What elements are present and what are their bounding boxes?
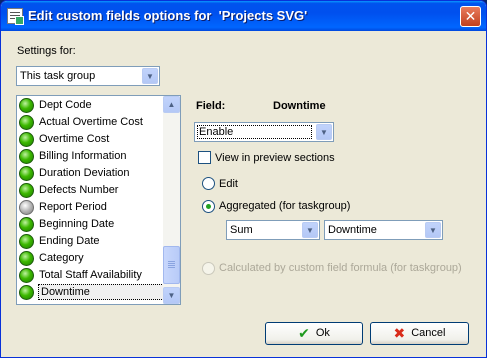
- cancel-button-label: Cancel: [411, 327, 446, 339]
- list-item-label: Downtime: [38, 284, 164, 300]
- list-item-label: Actual Overtime Cost: [39, 116, 143, 128]
- list-item[interactable]: Defects Number: [18, 182, 164, 199]
- list-item[interactable]: Overtime Cost: [18, 131, 164, 148]
- ok-button[interactable]: ✔ Ok: [265, 322, 363, 345]
- list-item-label: Ending Date: [39, 235, 100, 247]
- list-item[interactable]: Downtime: [18, 284, 164, 301]
- chevron-down-icon[interactable]: ▼: [316, 124, 332, 140]
- scroll-down-icon[interactable]: ▼: [163, 287, 180, 304]
- list-item[interactable]: Report Period: [18, 199, 164, 216]
- checkmark-icon: ✔: [298, 325, 310, 341]
- status-green-dot-icon: [19, 132, 34, 147]
- list-item-label: Overtime Cost: [39, 133, 110, 145]
- field-mode-value: Enable: [197, 125, 312, 139]
- list-item-label: Duration Deviation: [39, 167, 130, 179]
- edit-radio-label: Edit: [219, 178, 238, 190]
- list-item[interactable]: Category: [18, 250, 164, 267]
- window-title: Edit custom fields options for 'Projects…: [28, 8, 308, 23]
- title-bar[interactable]: Edit custom fields options for 'Projects…: [1, 1, 486, 31]
- custom-fields-app-icon: [7, 8, 24, 25]
- list-item-label: Total Staff Availability: [39, 269, 142, 281]
- dialog-window: Edit custom fields options for 'Projects…: [0, 0, 487, 358]
- status-green-dot-icon: [19, 285, 34, 300]
- status-green-dot-icon: [19, 149, 34, 164]
- list-item-label: Report Period: [39, 201, 107, 213]
- list-item[interactable]: Total Staff Availability: [18, 267, 164, 284]
- ok-button-label: Ok: [315, 327, 330, 339]
- view-preview-checkbox[interactable]: [198, 151, 211, 164]
- settings-for-value: This task group: [20, 70, 96, 82]
- settings-for-label: Settings for:: [17, 45, 76, 57]
- status-green-dot-icon: [19, 115, 34, 130]
- status-green-dot-icon: [19, 217, 34, 232]
- list-scrollbar[interactable]: ▲ ▼: [163, 96, 180, 304]
- status-green-dot-icon: [19, 268, 34, 283]
- list-item[interactable]: Billing Information: [18, 148, 164, 165]
- scroll-up-icon[interactable]: ▲: [163, 96, 180, 113]
- list-item[interactable]: Beginning Date: [18, 216, 164, 233]
- status-green-dot-icon: [19, 98, 34, 113]
- close-button[interactable]: ✕: [460, 6, 481, 27]
- cancel-button[interactable]: ✖ Cancel: [370, 322, 469, 345]
- chevron-down-icon[interactable]: ▼: [142, 68, 158, 84]
- status-gray-dot-icon: [19, 200, 34, 215]
- chevron-down-icon[interactable]: ▼: [425, 222, 441, 238]
- field-label: Field:: [196, 100, 226, 112]
- custom-fields-list[interactable]: Dept Code Actual Overtime Cost Overtime Co…: [16, 95, 181, 305]
- list-item-label: Beginning Date: [39, 218, 115, 230]
- aggregated-radio[interactable]: [202, 200, 215, 213]
- list-item-label: Billing Information: [39, 150, 127, 162]
- cancel-x-icon: ✖: [393, 325, 406, 341]
- calculated-radio-label: Calculated by custom field formula (for …: [219, 262, 462, 274]
- list-item-label: Dept Code: [39, 99, 92, 111]
- field-mode-dropdown[interactable]: Enable ▼: [194, 122, 334, 142]
- list-item-label: Defects Number: [39, 184, 119, 196]
- field-name: Downtime: [273, 100, 326, 112]
- status-green-dot-icon: [19, 251, 34, 266]
- status-green-dot-icon: [19, 166, 34, 181]
- list-item[interactable]: Ending Date: [18, 233, 164, 250]
- settings-for-dropdown[interactable]: This task group ▼: [16, 66, 160, 86]
- close-icon: ✕: [464, 8, 477, 24]
- aggregated-radio-label: Aggregated (for taskgroup): [219, 200, 351, 212]
- calculated-radio[interactable]: [202, 262, 215, 275]
- view-preview-label: View in preview sections: [215, 152, 335, 164]
- aggregate-field-value: Downtime: [328, 224, 377, 236]
- list-item[interactable]: Duration Deviation: [18, 165, 164, 182]
- aggregate-function-value: Sum: [230, 224, 253, 236]
- list-item-label: Category: [39, 252, 84, 264]
- list-item[interactable]: Dept Code: [18, 97, 164, 114]
- status-green-dot-icon: [19, 234, 34, 249]
- chevron-down-icon[interactable]: ▼: [302, 222, 318, 238]
- list-item[interactable]: Actual Overtime Cost: [18, 114, 164, 131]
- aggregate-field-dropdown[interactable]: Downtime ▼: [324, 220, 443, 240]
- aggregate-function-dropdown[interactable]: Sum ▼: [226, 220, 320, 240]
- status-green-dot-icon: [19, 183, 34, 198]
- scroll-thumb[interactable]: [163, 246, 180, 284]
- edit-radio[interactable]: [202, 177, 215, 190]
